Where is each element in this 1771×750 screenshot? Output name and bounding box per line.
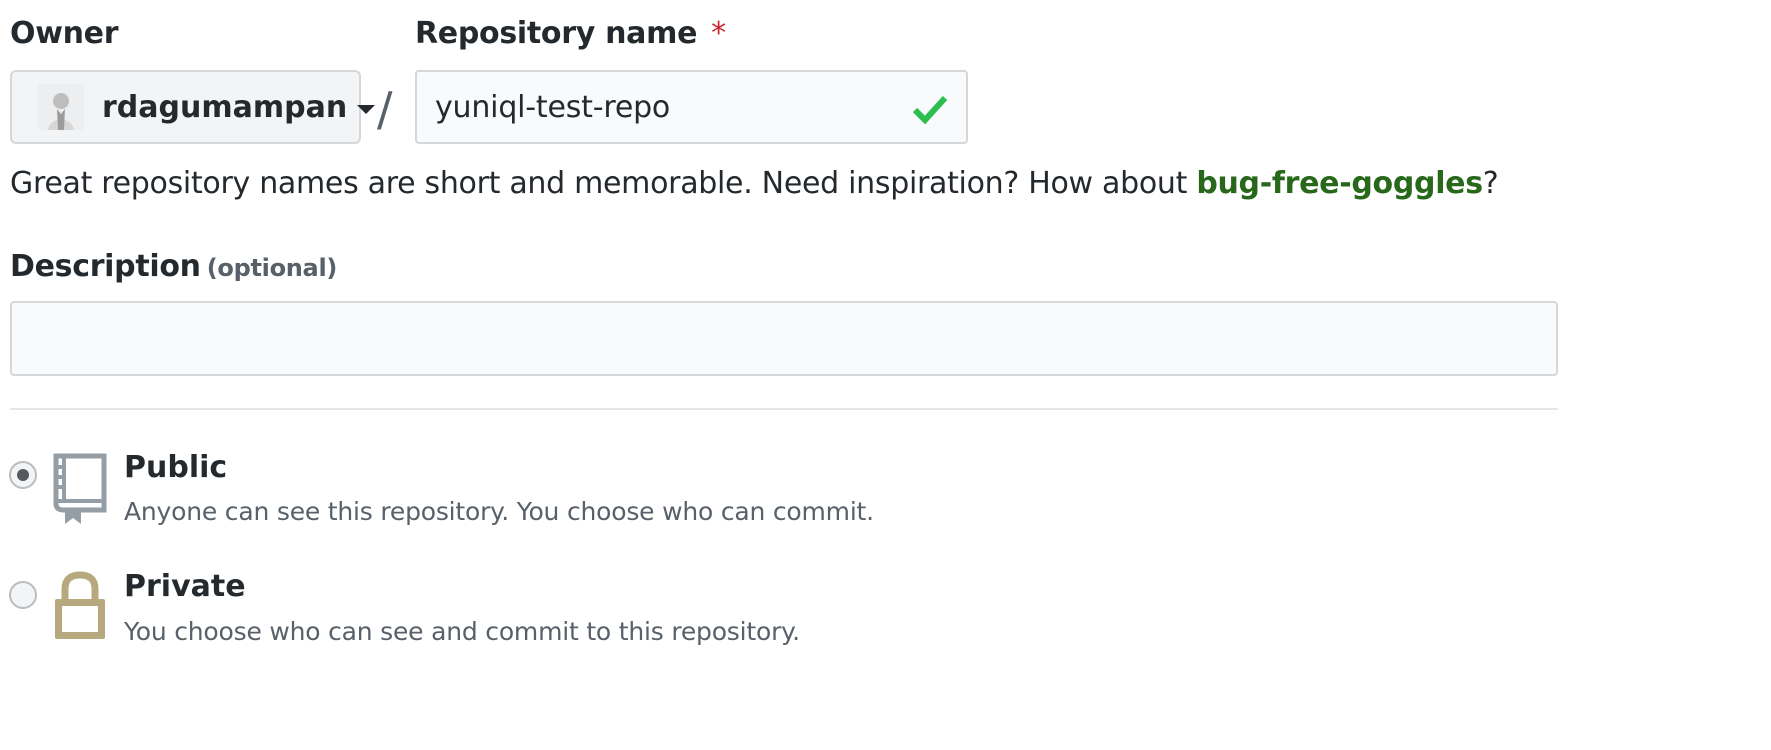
owner-dropdown-button[interactable]: rdagumampan (10, 70, 376, 144)
chevron-down-icon (357, 104, 376, 114)
repo-book-icon (53, 453, 107, 524)
owner-username: rdagumampan (102, 89, 348, 125)
public-radio[interactable] (9, 461, 37, 489)
description-label-text: Description (10, 249, 201, 284)
repository-name-label-text: Repository name (415, 16, 698, 51)
owner-repo-separator: / (377, 82, 393, 136)
public-option-title: Public (124, 450, 228, 485)
lock-icon (55, 571, 105, 639)
required-asterisk: * (711, 16, 726, 51)
private-option-description: You choose who can see and commit to thi… (124, 617, 800, 646)
owner-label-text: Owner (10, 16, 119, 51)
avatar-image (38, 84, 84, 130)
private-option-title: Private (124, 569, 246, 604)
hint-text: Great repository names are short and mem… (10, 166, 1197, 201)
create-repository-form: Owner rdagumampan / Repository name * yun… (0, 0, 1771, 750)
owner-label: Owner (10, 16, 119, 51)
hint-suffix: ? (1482, 166, 1499, 201)
repository-name-label: Repository name * (415, 16, 726, 51)
description-input[interactable] (10, 301, 1558, 376)
divider (10, 408, 1558, 410)
repository-name-input[interactable]: yuniql-test-repo (415, 70, 968, 144)
repository-name-hint: Great repository names are short and mem… (10, 166, 1499, 201)
avatar (38, 84, 84, 130)
description-label: Description (optional) (10, 249, 337, 284)
check-icon (912, 95, 948, 125)
public-option-description: Anyone can see this repository. You choo… (124, 497, 874, 526)
repository-name-value: yuniql-test-repo (435, 89, 671, 125)
name-suggestion-link[interactable]: bug-free-goggles (1196, 166, 1483, 201)
private-radio[interactable] (9, 581, 37, 609)
optional-hint: (optional) (206, 254, 338, 282)
